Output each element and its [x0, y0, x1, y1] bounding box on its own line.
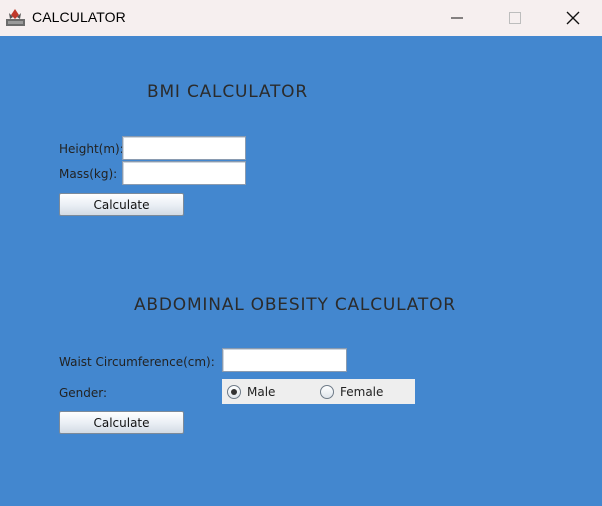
bmi-calculate-button[interactable]: Calculate [59, 193, 184, 216]
gender-option-label: Male [247, 384, 276, 399]
calculator-window: CALCULATOR BMI CALCULATOR Height(m): Mas… [0, 0, 602, 506]
maximize-icon [509, 12, 521, 24]
mass-input[interactable] [122, 161, 246, 185]
obesity-section-title: ABDOMINAL OBESITY CALCULATOR [134, 295, 456, 315]
java-app-icon [5, 7, 26, 27]
window-title: CALCULATOR [32, 9, 126, 25]
waist-input[interactable] [222, 348, 347, 372]
gender-label: Gender: [59, 386, 108, 400]
close-icon [566, 11, 580, 25]
gender-option-label: Female [340, 384, 384, 399]
close-button[interactable] [544, 0, 602, 36]
gender-radio-male[interactable]: Male [227, 379, 275, 404]
gender-radio-group: Male Female [222, 379, 415, 404]
obesity-calculate-button[interactable]: Calculate [59, 411, 184, 434]
waist-label: Waist Circumference(cm): [59, 355, 215, 369]
mass-label: Mass(kg): [59, 167, 118, 181]
minimize-icon [451, 17, 463, 19]
height-label: Height(m): [59, 142, 124, 156]
bmi-section-title: BMI CALCULATOR [147, 82, 308, 102]
height-input[interactable] [122, 136, 246, 160]
gender-radio-female[interactable]: Female [320, 379, 383, 404]
radio-unchecked-icon[interactable] [320, 384, 334, 399]
minimize-button[interactable] [428, 0, 486, 36]
title-bar[interactable]: CALCULATOR [0, 0, 602, 36]
maximize-button[interactable] [486, 0, 544, 36]
radio-checked-icon[interactable] [227, 384, 241, 399]
calculator-content [0, 36, 602, 506]
